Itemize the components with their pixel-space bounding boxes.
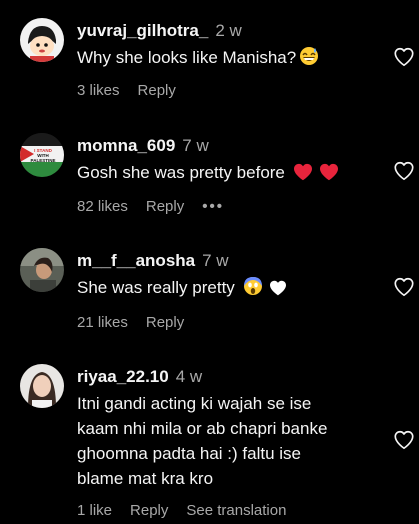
photo-avatar-icon — [20, 364, 64, 408]
comment-text: She was really pretty — [77, 275, 377, 303]
comment-text-line: Itni gandi acting ki wajah se ise — [77, 394, 312, 413]
username[interactable]: riyaa_22.10 — [77, 367, 169, 386]
username[interactable]: yuvraj_gilhotra_ — [77, 21, 208, 40]
cartoon-avatar-icon — [20, 18, 64, 62]
avatar[interactable] — [20, 18, 64, 62]
avatar[interactable]: I STAND WITH PALESTINE — [20, 133, 64, 177]
comment-text: Itni gandi acting ki wajah se ise kaam n… — [77, 391, 377, 491]
reply-button[interactable]: Reply — [138, 82, 176, 99]
like-heart-icon[interactable] — [393, 160, 415, 182]
white-heart-emoji — [269, 278, 287, 303]
photo-avatar-icon — [20, 248, 64, 292]
timestamp: 2 w — [215, 21, 242, 40]
likes-count[interactable]: 1 like — [77, 502, 112, 519]
username[interactable]: m__f__anosha — [77, 251, 195, 270]
like-heart-icon[interactable] — [393, 276, 415, 298]
username[interactable]: momna_609 — [77, 136, 175, 155]
reply-button[interactable]: Reply — [146, 198, 184, 215]
like-heart-icon[interactable] — [393, 46, 415, 68]
timestamp: 7 w — [182, 136, 209, 155]
reply-button[interactable]: Reply — [146, 314, 184, 331]
like-heart-icon[interactable] — [393, 429, 415, 451]
comment-text-line: kaam nhi mila or ab chapri banke — [77, 419, 328, 438]
comment-actions: 3 likes Reply — [77, 81, 194, 101]
red-heart-emoji — [319, 163, 339, 188]
comment-text: Gosh she was pretty before — [77, 160, 377, 188]
timestamp: 7 w — [202, 251, 229, 270]
comment-text: Why she looks like Manisha? — [77, 45, 377, 73]
grinning-sweat-emoji — [299, 46, 319, 73]
more-options-icon[interactable]: ••• — [202, 198, 224, 215]
comment-text-line: ghoomna padta hai :) faltu ise — [77, 444, 301, 463]
red-heart-emoji — [293, 163, 313, 188]
likes-count[interactable]: 3 likes — [77, 82, 120, 99]
likes-count[interactable]: 82 likes — [77, 198, 128, 215]
avatar[interactable] — [20, 248, 64, 292]
timestamp: 4 w — [175, 367, 203, 386]
likes-count[interactable]: 21 likes — [77, 314, 128, 331]
badge-line-3: PALESTINE — [31, 158, 56, 163]
see-translation-button[interactable]: See translation — [186, 502, 286, 519]
palestine-badge-avatar-icon: I STAND WITH PALESTINE — [20, 133, 64, 177]
screaming-face-emoji — [243, 276, 263, 303]
comment-actions: 1 like Reply See translation — [77, 501, 304, 521]
comment-actions: 82 likes Reply ••• — [77, 197, 242, 217]
avatar[interactable] — [20, 364, 64, 408]
reply-button[interactable]: Reply — [130, 502, 168, 519]
comment-actions: 21 likes Reply — [77, 313, 202, 333]
comment-text-line: blame mat kra kro — [77, 469, 214, 488]
